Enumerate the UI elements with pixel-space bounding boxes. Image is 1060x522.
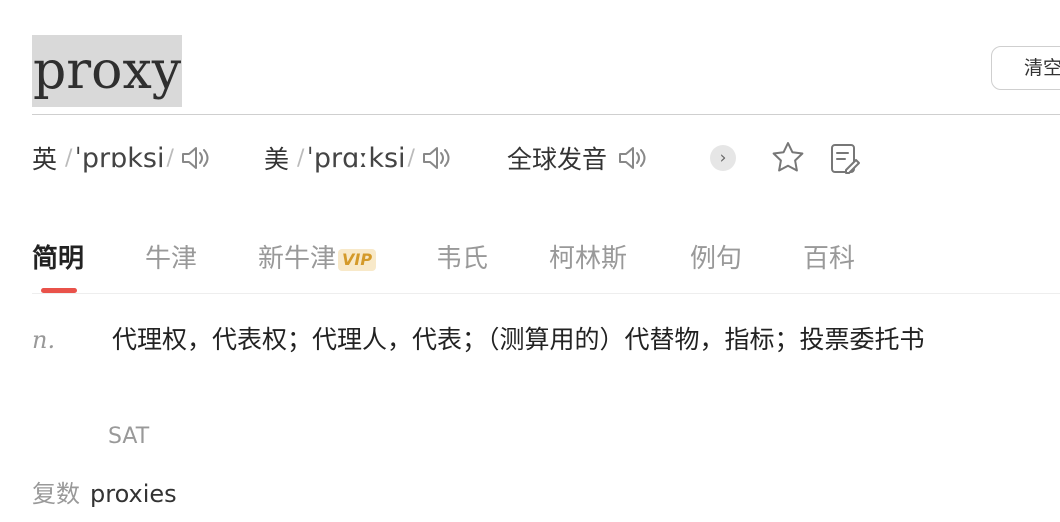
us-ipa: ˈprɑːksi — [306, 142, 406, 174]
speaker-icon[interactable] — [421, 143, 453, 173]
tab-collins[interactable]: 柯林斯 — [549, 238, 627, 275]
uk-ipa: ˈprɒksi — [74, 142, 165, 174]
search-word[interactable]: proxy — [32, 35, 183, 107]
tab-examples[interactable]: 例句 — [690, 238, 742, 275]
uk-label: 英 — [32, 145, 58, 174]
pronunciation-uk: 英 / ˈprɒksi / — [32, 138, 212, 178]
vip-badge: VIP — [338, 248, 377, 271]
plural-label: 复数 — [32, 480, 80, 508]
us-label: 美 — [264, 145, 290, 174]
tab-new-oxford[interactable]: 新牛津 VIP — [258, 238, 377, 275]
tab-encyclopedia[interactable]: 百科 — [803, 238, 855, 275]
note-edit-icon[interactable] — [829, 142, 861, 176]
search-bar: proxy 清空 — [0, 0, 1060, 116]
speaker-icon[interactable] — [617, 143, 649, 173]
definition-text: 代理权，代表权；代理人，代表；（测算用的）代替物，指标；投票委托书 — [112, 325, 925, 354]
tab-new-oxford-label: 新牛津 — [258, 244, 337, 274]
slash: / — [407, 145, 415, 171]
tab-webster[interactable]: 韦氏 — [436, 238, 488, 275]
chevron-right-icon[interactable]: › — [710, 145, 736, 171]
global-label: 全球发音 — [507, 145, 608, 174]
tab-oxford[interactable]: 牛津 — [145, 238, 197, 275]
speaker-icon[interactable] — [180, 143, 212, 173]
tab-concise[interactable]: 简明 — [32, 238, 84, 275]
exam-tag: SAT — [108, 424, 150, 449]
part-of-speech: n. — [32, 326, 56, 354]
pronunciation-row: 英 / ˈprɒksi / 美 / ˈprɑːksi / 全球发音 › — [32, 138, 932, 178]
pronunciation-us: 美 / ˈprɑːksi / — [264, 138, 453, 178]
slash: / — [166, 145, 174, 171]
tabs-divider — [32, 293, 1060, 294]
plural-form: 复数 proxies — [32, 474, 177, 509]
pronunciation-global[interactable]: 全球发音 — [507, 138, 649, 178]
slash: / — [65, 145, 73, 171]
slash: / — [297, 145, 305, 171]
search-underline — [32, 114, 1060, 115]
clear-button[interactable]: 清空 — [991, 46, 1060, 90]
star-icon[interactable] — [770, 140, 806, 176]
plural-value[interactable]: proxies — [90, 480, 177, 508]
dictionary-tabs: 简明 牛津 新牛津 VIP 韦氏 柯林斯 例句 百科 — [0, 230, 1060, 294]
